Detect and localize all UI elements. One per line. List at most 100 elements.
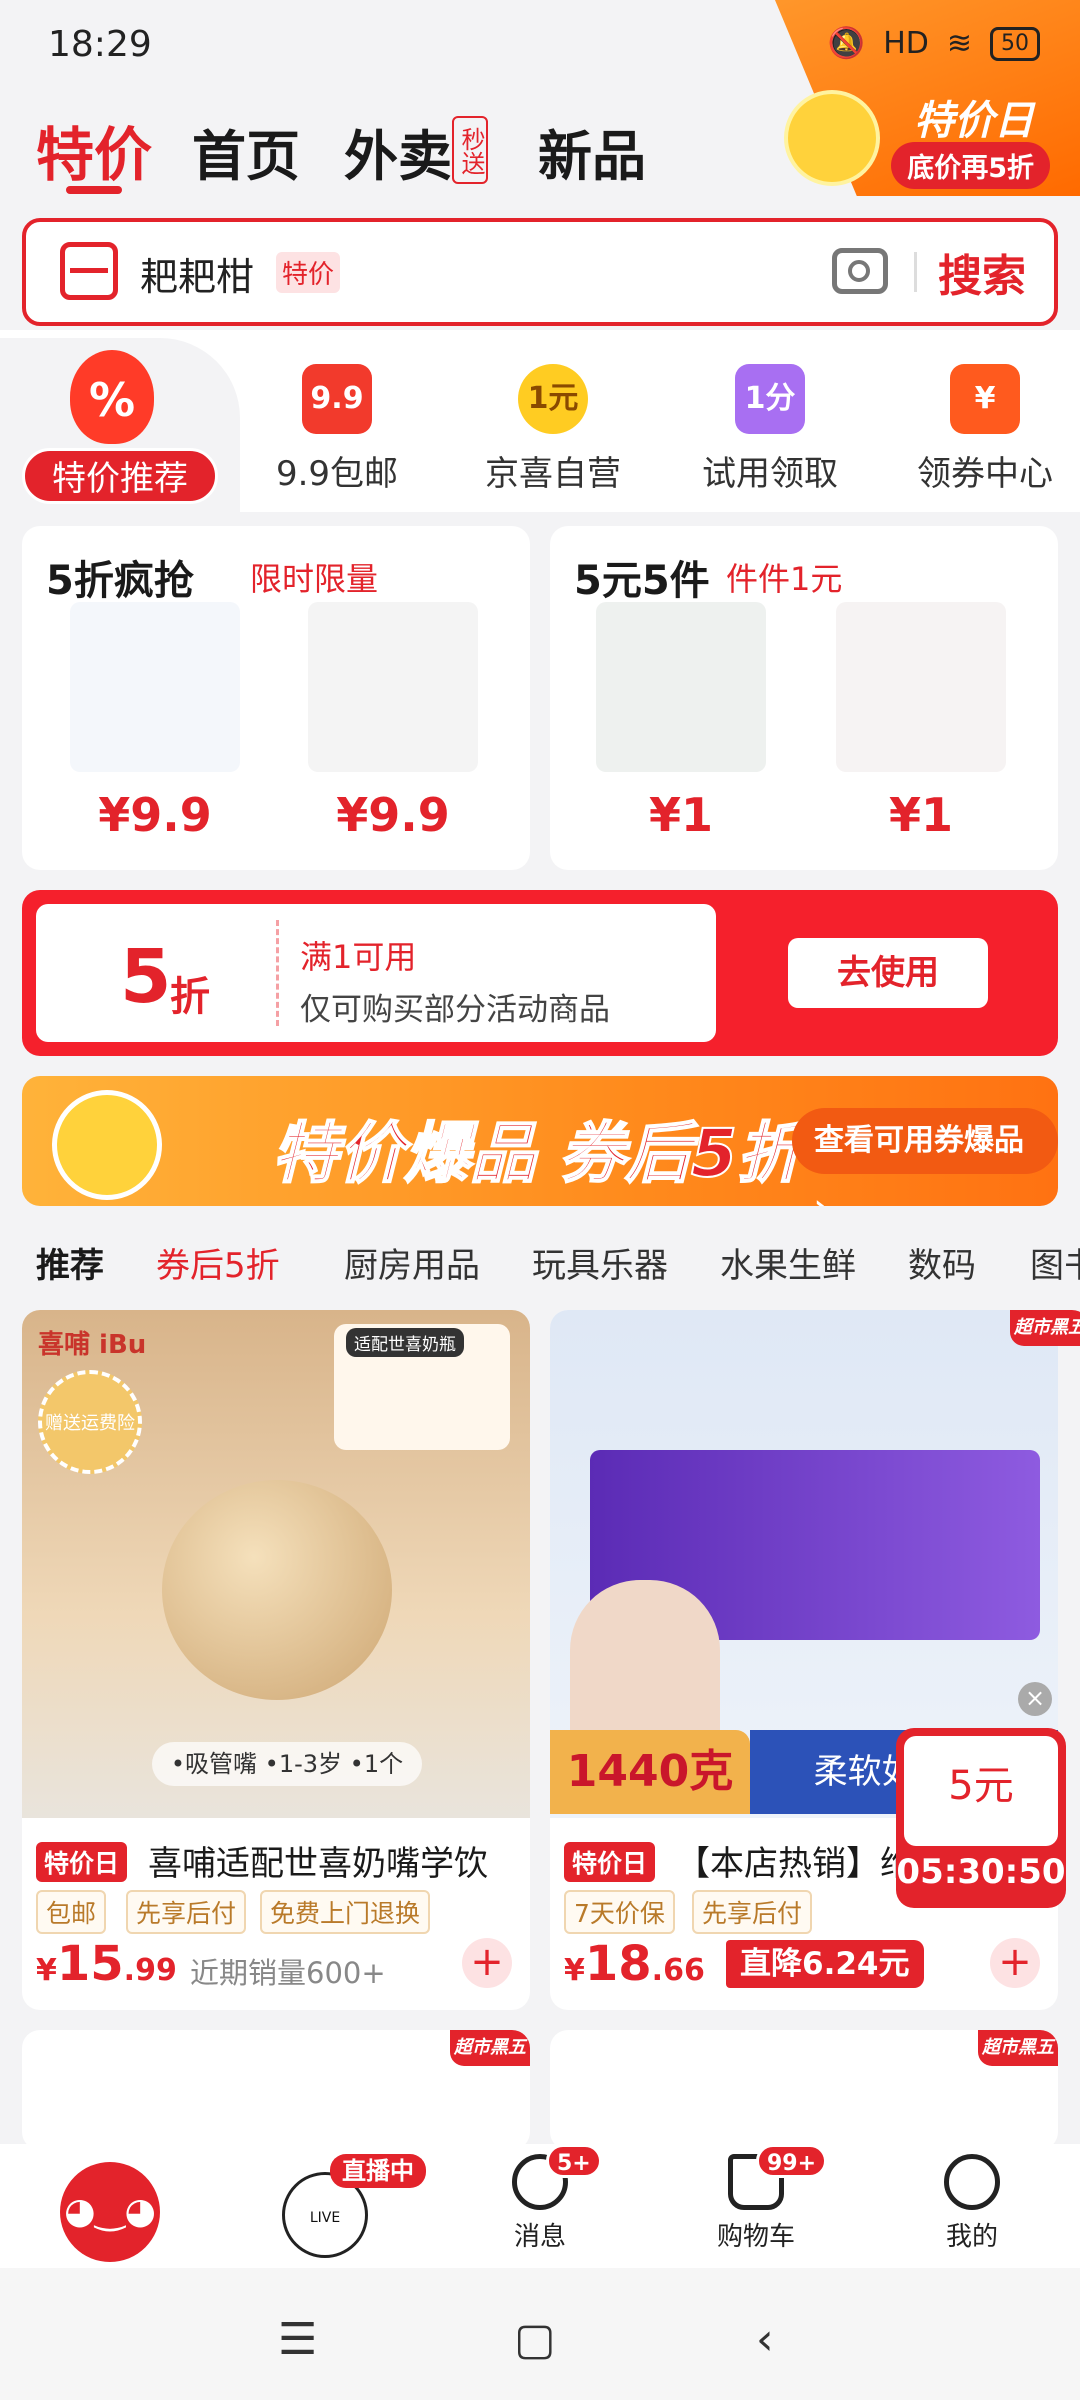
deal-subtitle: 限时限量 (250, 560, 379, 598)
category-special-recommend[interactable]: 特价推荐 (22, 448, 218, 504)
currency-symbol: ¥ (36, 1953, 57, 1988)
price-integer: 15 (56, 1936, 124, 1992)
product-image-drain-filter[interactable] (596, 602, 766, 772)
search-tag: 特价 (276, 252, 341, 293)
hot-deals-banner[interactable]: 特价爆品 券后5折 查看可用券爆品 › (22, 1076, 1058, 1206)
nav-label: 购物车 (716, 2222, 795, 2252)
free-shipping-icon[interactable]: 9.9 (302, 364, 372, 434)
service-badge: 包邮 (36, 1890, 107, 1934)
category-jx-self[interactable]: 京喜自营 (453, 446, 653, 495)
battery-icon: 50 (990, 26, 1040, 61)
coupon-body: 5 折 满1可用 仅可购买部分活动商品 (36, 904, 716, 1042)
deal-title: 5元5件 (574, 558, 710, 604)
camera-lens (848, 260, 870, 282)
price-drop-badge: 直降6.24元 (726, 1940, 924, 1988)
nav-profile[interactable]: 我的 (882, 2154, 1062, 2253)
menu-icon[interactable]: ☰ (278, 2314, 317, 2365)
product-features: •吸管嘴 •1-3岁 •1个 (152, 1742, 422, 1786)
deal-price: ¥9.9 (98, 788, 212, 842)
bottom-navigation: ◕‿◕ LIVE 直播中 消息 5+ 购物车 99+ 我的 (0, 2144, 1080, 2268)
product-card[interactable]: 喜哺 iBu 赠送运费险 适配世喜奶瓶 •吸管嘴 •1-3岁 •1个 特价日 喜… (22, 1310, 530, 2010)
tab-delivery[interactable]: 外卖 (344, 112, 452, 191)
countdown-widget[interactable]: 5元 05:30:50 (896, 1728, 1066, 1908)
price-decimal: .99 (123, 1953, 177, 1988)
wifi-icon: ≋ (946, 26, 972, 61)
deal-card-half-price[interactable]: 5折疯抢 限时限量 ¥9.9 ¥9.9 (22, 526, 530, 870)
filter-tab-fresh[interactable]: 水果生鲜 (720, 1238, 856, 1287)
price-integer: 18 (584, 1936, 652, 1992)
filter-tab-digital[interactable]: 数码 (908, 1238, 976, 1287)
deal-card-5-for-5[interactable]: 5元5件 件件1元 ¥1 ¥1 (550, 526, 1058, 870)
coupon-description: 仅可购买部分活动商品 (300, 992, 610, 1028)
deal-price: ¥1 (648, 788, 713, 842)
view-coupon-products-button[interactable]: 查看可用券爆品 › (792, 1108, 1058, 1206)
tab-home[interactable]: 首页 (192, 112, 300, 191)
category-trial[interactable]: 试用领取 (670, 446, 870, 495)
coupon-center-icon[interactable]: ¥ (950, 364, 1020, 434)
product-name: 【本店热销】维 (676, 1844, 906, 1884)
market-tag: 超市黑五 (1010, 1310, 1080, 1346)
category-coupon-center[interactable]: 领券中心 (885, 446, 1080, 495)
coupon-discount: 5 (120, 934, 172, 1020)
deal-price: ¥9.9 (336, 788, 450, 842)
special-day-tag: 特价日 (36, 1842, 128, 1882)
promo-subtitle: 底价再5折 (891, 142, 1050, 189)
category-free-shipping[interactable]: 9.9包邮 (237, 446, 437, 495)
tab-special-price[interactable]: 特价 (36, 108, 152, 192)
mute-icon: 🔕 (827, 26, 866, 61)
coupon-card[interactable]: 5 折 满1可用 仅可购买部分活动商品 去使用 (22, 890, 1058, 1056)
coupon-unit: 折 (170, 974, 210, 1020)
product-name: 喜哺适配世喜奶嘴学饮 (148, 1844, 488, 1884)
banner-title: 特价爆品 券后5折 (271, 1114, 804, 1193)
cart-badge: 99+ (756, 2144, 828, 2178)
market-tag: 超市黑五 (978, 2030, 1058, 2066)
product-card[interactable]: 超市黑五 (550, 2030, 1058, 2150)
jx-self-icon[interactable]: 1元 (518, 364, 588, 434)
currency-symbol: ¥ (564, 1953, 585, 1988)
home-icon[interactable]: ▢ (514, 2314, 556, 2365)
tab-new-products[interactable]: 新品 (538, 112, 646, 191)
coupon-divider (276, 920, 279, 1026)
status-icons: 🔕 HD ≋ 50 (828, 26, 1040, 61)
search-bar[interactable]: 耙耙柑 特价 搜索 (22, 218, 1058, 326)
signal-icon: HD (883, 26, 929, 61)
discount-flame-icon[interactable]: % (70, 350, 154, 444)
active-tab-indicator (66, 186, 122, 194)
promo-title: 特价日 (914, 98, 1034, 144)
close-icon[interactable]: × (1018, 1682, 1052, 1716)
search-button[interactable]: 搜索 (938, 240, 1026, 304)
home-mascot-icon[interactable]: ◕‿◕ (60, 2162, 160, 2262)
nav-messages[interactable]: 消息 (450, 2154, 630, 2253)
product-weight: 1440克 (550, 1730, 750, 1814)
price-decimal: .66 (651, 1953, 705, 1988)
filter-tab-books[interactable]: 图书 (1030, 1238, 1080, 1287)
nav-label: 我的 (945, 2222, 998, 2252)
mascot-icon (784, 90, 880, 186)
product-card[interactable]: 超市黑五 (22, 2030, 530, 2150)
filter-tab-recommend[interactable]: 推荐 (36, 1238, 104, 1287)
nav-label: 消息 (513, 2222, 566, 2252)
message-badge: 5+ (546, 2144, 602, 2178)
filter-tab-kitchen[interactable]: 厨房用品 (344, 1238, 480, 1287)
add-to-cart-button[interactable]: + (462, 1938, 512, 1988)
service-badge: 免费上门退换 (260, 1890, 431, 1934)
trial-icon[interactable]: 1分 (735, 364, 805, 434)
product-image-toy-car[interactable] (308, 602, 478, 772)
product-sales: 近期销量600+ (190, 1956, 386, 1990)
product-image-round-pad[interactable] (836, 602, 1006, 772)
countdown-amount: 5元 (904, 1736, 1058, 1846)
filter-tab-after-coupon[interactable]: 券后5折 (156, 1238, 280, 1287)
live-badge: 直播中 (330, 2154, 426, 2188)
profile-icon (944, 2154, 1000, 2210)
deal-subtitle: 件件1元 (726, 560, 843, 598)
product-price: ¥15.99 (36, 1936, 177, 1992)
filter-tab-toys[interactable]: 玩具乐器 (532, 1238, 668, 1287)
add-to-cart-button[interactable]: + (990, 1938, 1040, 1988)
product-image[interactable]: 喜哺 iBu 赠送运费险 适配世喜奶瓶 •吸管嘴 •1-3岁 •1个 (22, 1310, 530, 1818)
product-image-detergent[interactable] (70, 602, 240, 772)
brand-logo: 喜哺 iBu (38, 1330, 147, 1360)
back-icon[interactable]: ‹ (756, 2314, 774, 2365)
use-coupon-button[interactable]: 去使用 (788, 938, 988, 1008)
search-input[interactable]: 耙耙柑 (140, 246, 254, 301)
deal-title: 5折疯抢 (46, 558, 194, 604)
